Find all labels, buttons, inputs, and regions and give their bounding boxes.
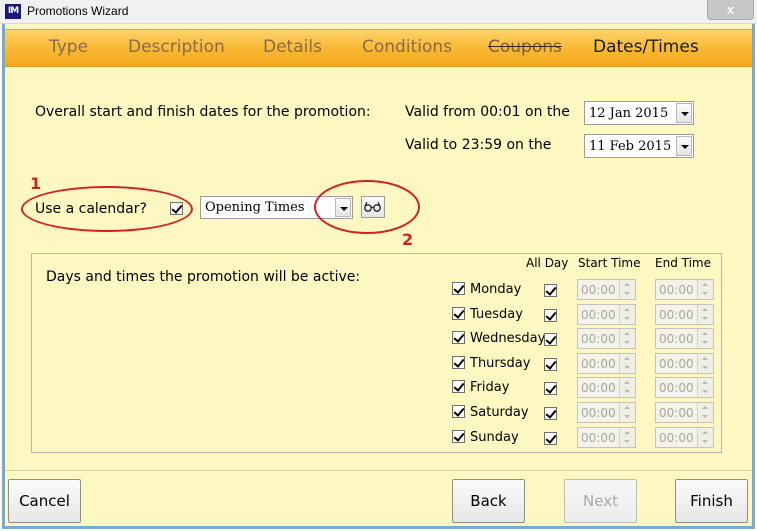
title-bar: IM Promotions Wizard x xyxy=(0,0,757,24)
all-day-checkbox[interactable] xyxy=(544,382,557,395)
end-time-spinner[interactable]: 00:00 xyxy=(655,328,714,349)
day-label: Sunday xyxy=(470,430,519,445)
spinner-arrows-icon[interactable] xyxy=(619,403,635,422)
all-day-checkbox[interactable] xyxy=(544,432,557,445)
start-time-spinner-value: 00:00 xyxy=(581,357,616,371)
end-time-spinner[interactable]: 00:00 xyxy=(655,279,714,300)
day-active-checkbox[interactable] xyxy=(452,405,465,418)
day-active-checkbox[interactable] xyxy=(452,430,465,443)
tab-description[interactable]: Description xyxy=(128,37,225,57)
day-active-checkbox[interactable] xyxy=(452,307,465,320)
valid-from-label: Valid from 00:01 on the xyxy=(405,104,570,120)
spinner-arrows-icon[interactable] xyxy=(697,280,713,299)
annotation-ring-2 xyxy=(314,180,420,234)
col-end-time: End Time xyxy=(655,256,711,270)
button-bar xyxy=(5,470,752,526)
day-active-checkbox[interactable] xyxy=(452,282,465,295)
end-time-spinner-value: 00:00 xyxy=(659,332,694,346)
start-time-spinner-value: 00:00 xyxy=(581,308,616,322)
calendar-select-value: Opening Times xyxy=(205,200,305,215)
valid-to-label: Valid to 23:59 on the xyxy=(405,137,552,153)
tab-conditions[interactable]: Conditions xyxy=(362,37,452,57)
finish-button[interactable]: Finish xyxy=(675,479,748,523)
annotation-ring-1 xyxy=(21,186,193,232)
day-label: Tuesday xyxy=(470,307,523,322)
day-label: Saturday xyxy=(470,405,529,420)
spinner-arrows-icon[interactable] xyxy=(619,354,635,373)
start-time-spinner[interactable]: 00:00 xyxy=(577,353,636,374)
tab-dates-times[interactable]: Dates/Times xyxy=(593,37,699,57)
spinner-arrows-icon[interactable] xyxy=(619,428,635,447)
start-time-spinner-value: 00:00 xyxy=(581,381,616,395)
tab-details[interactable]: Details xyxy=(263,37,322,57)
close-button[interactable]: x xyxy=(707,0,754,20)
chevron-down-icon[interactable] xyxy=(676,136,692,156)
end-time-spinner[interactable]: 00:00 xyxy=(655,377,714,398)
spinner-arrows-icon[interactable] xyxy=(619,329,635,348)
end-time-spinner[interactable]: 00:00 xyxy=(655,353,714,374)
start-time-spinner[interactable]: 00:00 xyxy=(577,279,636,300)
tab-type[interactable]: Type xyxy=(49,37,88,57)
all-day-checkbox[interactable] xyxy=(544,333,557,346)
day-active-checkbox[interactable] xyxy=(452,331,465,344)
valid-from-date[interactable]: 12 Jan 2015 xyxy=(584,101,694,125)
next-button[interactable]: Next xyxy=(564,479,637,523)
spinner-arrows-icon[interactable] xyxy=(619,305,635,324)
start-time-spinner[interactable]: 00:00 xyxy=(577,304,636,325)
spinner-arrows-icon[interactable] xyxy=(697,354,713,373)
start-time-spinner-value: 00:00 xyxy=(581,332,616,346)
start-time-spinner-value: 00:00 xyxy=(581,283,616,297)
end-time-spinner-value: 00:00 xyxy=(659,406,694,420)
col-all-day: All Day xyxy=(526,256,569,270)
window-title: Promotions Wizard xyxy=(27,4,129,18)
spinner-arrows-icon[interactable] xyxy=(697,329,713,348)
annotation-number-1: 1 xyxy=(30,174,42,193)
tab-bar: Type Description Details Conditions Coup… xyxy=(5,29,752,67)
end-time-spinner-value: 00:00 xyxy=(659,357,694,371)
app-icon: IM xyxy=(5,4,21,19)
cancel-button[interactable]: Cancel xyxy=(8,479,81,523)
end-time-spinner-value: 00:00 xyxy=(659,381,694,395)
start-time-spinner[interactable]: 00:00 xyxy=(577,427,636,448)
day-label: Wednesday xyxy=(470,331,546,346)
all-day-checkbox[interactable] xyxy=(544,309,557,322)
end-time-spinner[interactable]: 00:00 xyxy=(655,402,714,423)
all-day-checkbox[interactable] xyxy=(544,407,557,420)
chevron-down-icon[interactable] xyxy=(676,103,692,123)
start-time-spinner[interactable]: 00:00 xyxy=(577,402,636,423)
spinner-arrows-icon[interactable] xyxy=(619,378,635,397)
start-time-spinner-value: 00:00 xyxy=(581,431,616,445)
spinner-arrows-icon[interactable] xyxy=(619,280,635,299)
day-active-checkbox[interactable] xyxy=(452,380,465,393)
start-time-spinner-value: 00:00 xyxy=(581,406,616,420)
spinner-arrows-icon[interactable] xyxy=(697,378,713,397)
back-button[interactable]: Back xyxy=(452,479,525,523)
col-start-time: Start Time xyxy=(578,256,641,270)
schedule-heading: Days and times the promotion will be act… xyxy=(46,269,361,285)
spinner-arrows-icon[interactable] xyxy=(697,428,713,447)
day-label: Monday xyxy=(470,282,522,297)
valid-from-value: 12 Jan 2015 xyxy=(589,106,669,121)
day-label: Thursday xyxy=(470,356,531,371)
end-time-spinner-value: 00:00 xyxy=(659,431,694,445)
valid-to-value: 11 Feb 2015 xyxy=(589,139,672,154)
start-time-spinner[interactable]: 00:00 xyxy=(577,377,636,398)
all-day-checkbox[interactable] xyxy=(544,358,557,371)
overall-dates-label: Overall start and finish dates for the p… xyxy=(35,104,371,120)
spinner-arrows-icon[interactable] xyxy=(697,305,713,324)
end-time-spinner[interactable]: 00:00 xyxy=(655,427,714,448)
day-label: Friday xyxy=(470,380,510,395)
spinner-arrows-icon[interactable] xyxy=(697,403,713,422)
day-active-checkbox[interactable] xyxy=(452,356,465,369)
end-time-spinner[interactable]: 00:00 xyxy=(655,304,714,325)
valid-to-date[interactable]: 11 Feb 2015 xyxy=(584,134,694,158)
annotation-number-2: 2 xyxy=(402,230,414,249)
end-time-spinner-value: 00:00 xyxy=(659,283,694,297)
end-time-spinner-value: 00:00 xyxy=(659,308,694,322)
start-time-spinner[interactable]: 00:00 xyxy=(577,328,636,349)
tab-coupons[interactable]: Coupons xyxy=(488,37,562,57)
all-day-checkbox[interactable] xyxy=(544,284,557,297)
